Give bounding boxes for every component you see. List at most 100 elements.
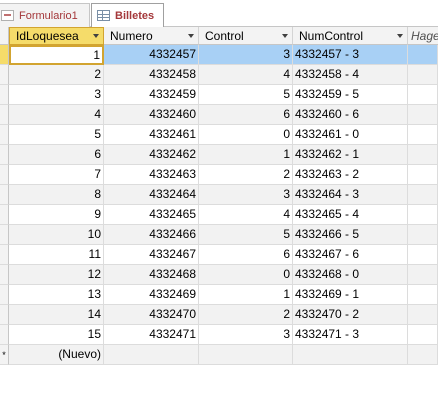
new-record-row[interactable]: * (Nuevo) bbox=[0, 345, 438, 365]
cell-numcontrol[interactable] bbox=[293, 345, 408, 365]
cell-numero[interactable]: 4332458 bbox=[104, 65, 199, 85]
cell-hage[interactable] bbox=[408, 125, 438, 145]
row-selector[interactable] bbox=[0, 265, 9, 285]
cell-numcontrol[interactable]: 4332461 - 0 bbox=[293, 125, 408, 145]
cell-numero[interactable]: 4332467 bbox=[104, 245, 199, 265]
cell-control[interactable]: 0 bbox=[199, 125, 293, 145]
table-row[interactable]: 4 4332460 6 4332460 - 6 bbox=[0, 105, 438, 125]
tab-formulario1[interactable]: Formulario1 bbox=[0, 3, 90, 27]
new-record-label[interactable]: (Nuevo) bbox=[9, 345, 104, 365]
cell-numcontrol[interactable]: 4332462 - 1 bbox=[293, 145, 408, 165]
cell-hage[interactable] bbox=[408, 225, 438, 245]
cell-hage[interactable] bbox=[408, 65, 438, 85]
cell-hage[interactable] bbox=[408, 285, 438, 305]
cell-numero[interactable]: 4332470 bbox=[104, 305, 199, 325]
cell-numcontrol[interactable]: 4332460 - 6 bbox=[293, 105, 408, 125]
table-row[interactable]: 1 4332457 3 4332457 - 3 bbox=[0, 45, 438, 65]
row-selector[interactable] bbox=[0, 245, 9, 265]
cell-numcontrol[interactable]: 4332459 - 5 bbox=[293, 85, 408, 105]
cell-control[interactable]: 2 bbox=[199, 305, 293, 325]
row-selector[interactable] bbox=[0, 185, 9, 205]
cell-numero[interactable]: 4332457 bbox=[104, 45, 199, 65]
cell-numero[interactable]: 4332460 bbox=[104, 105, 199, 125]
cell-idloquesea[interactable]: 2 bbox=[9, 65, 104, 85]
cell-idloquesea[interactable]: 9 bbox=[9, 205, 104, 225]
chevron-down-icon[interactable] bbox=[282, 33, 288, 38]
row-selector[interactable] bbox=[0, 285, 9, 305]
row-selector[interactable] bbox=[0, 125, 9, 145]
cell-control[interactable]: 2 bbox=[199, 165, 293, 185]
cell-idloquesea[interactable]: 5 bbox=[9, 125, 104, 145]
column-header-hage[interactable]: Hage bbox=[408, 27, 438, 45]
table-row[interactable]: 6 4332462 1 4332462 - 1 bbox=[0, 145, 438, 165]
table-row[interactable]: 12 4332468 0 4332468 - 0 bbox=[0, 265, 438, 285]
table-row[interactable]: 9 4332465 4 4332465 - 4 bbox=[0, 205, 438, 225]
cell-hage[interactable] bbox=[408, 45, 438, 65]
cell-numero[interactable]: 4332462 bbox=[104, 145, 199, 165]
cell-numcontrol[interactable]: 4332466 - 5 bbox=[293, 225, 408, 245]
cell-control[interactable]: 3 bbox=[199, 185, 293, 205]
cell-numero[interactable]: 4332461 bbox=[104, 125, 199, 145]
cell-numcontrol[interactable]: 4332468 - 0 bbox=[293, 265, 408, 285]
row-selector[interactable] bbox=[0, 305, 9, 325]
row-selector[interactable] bbox=[0, 165, 9, 185]
table-row[interactable]: 2 4332458 4 4332458 - 4 bbox=[0, 65, 438, 85]
cell-control[interactable]: 1 bbox=[199, 145, 293, 165]
cell-control[interactable]: 0 bbox=[199, 265, 293, 285]
cell-hage[interactable] bbox=[408, 245, 438, 265]
column-header-numero[interactable]: Numero bbox=[104, 27, 199, 45]
cell-hage[interactable] bbox=[408, 345, 438, 365]
cell-idloquesea[interactable]: 7 bbox=[9, 165, 104, 185]
cell-numcontrol[interactable]: 4332463 - 2 bbox=[293, 165, 408, 185]
table-row[interactable]: 13 4332469 1 4332469 - 1 bbox=[0, 285, 438, 305]
row-selector[interactable] bbox=[0, 105, 9, 125]
cell-numcontrol[interactable]: 4332471 - 3 bbox=[293, 325, 408, 345]
column-header-control[interactable]: Control bbox=[199, 27, 293, 45]
cell-idloquesea[interactable]: 15 bbox=[9, 325, 104, 345]
cell-numero[interactable]: 4332466 bbox=[104, 225, 199, 245]
table-row[interactable]: 11 4332467 6 4332467 - 6 bbox=[0, 245, 438, 265]
cell-idloquesea[interactable]: 8 bbox=[9, 185, 104, 205]
chevron-down-icon[interactable] bbox=[188, 33, 194, 38]
column-header-numcontrol[interactable]: NumControl bbox=[293, 27, 408, 45]
cell-numcontrol[interactable]: 4332469 - 1 bbox=[293, 285, 408, 305]
cell-idloquesea[interactable]: 1 bbox=[9, 45, 104, 65]
cell-control[interactable]: 6 bbox=[199, 105, 293, 125]
cell-numero[interactable]: 4332464 bbox=[104, 185, 199, 205]
cell-numero[interactable]: 4332459 bbox=[104, 85, 199, 105]
cell-idloquesea[interactable]: 3 bbox=[9, 85, 104, 105]
cell-idloquesea[interactable]: 10 bbox=[9, 225, 104, 245]
cell-control[interactable]: 6 bbox=[199, 245, 293, 265]
row-selector[interactable] bbox=[0, 65, 9, 85]
table-row[interactable]: 8 4332464 3 4332464 - 3 bbox=[0, 185, 438, 205]
cell-hage[interactable] bbox=[408, 205, 438, 225]
cell-numcontrol[interactable]: 4332465 - 4 bbox=[293, 205, 408, 225]
cell-control[interactable]: 5 bbox=[199, 225, 293, 245]
cell-numero[interactable]: 4332465 bbox=[104, 205, 199, 225]
table-row[interactable]: 15 4332471 3 4332471 - 3 bbox=[0, 325, 438, 345]
cell-idloquesea[interactable]: 4 bbox=[9, 105, 104, 125]
cell-numero[interactable]: 4332471 bbox=[104, 325, 199, 345]
cell-numero[interactable]: 4332469 bbox=[104, 285, 199, 305]
cell-idloquesea[interactable]: 6 bbox=[9, 145, 104, 165]
cell-control[interactable] bbox=[199, 345, 293, 365]
cell-control[interactable]: 3 bbox=[199, 325, 293, 345]
cell-idloquesea[interactable]: 12 bbox=[9, 265, 104, 285]
row-selector[interactable] bbox=[0, 325, 9, 345]
cell-numero[interactable]: 4332463 bbox=[104, 165, 199, 185]
cell-hage[interactable] bbox=[408, 265, 438, 285]
table-row[interactable]: 14 4332470 2 4332470 - 2 bbox=[0, 305, 438, 325]
select-all-corner[interactable] bbox=[0, 27, 9, 45]
cell-control[interactable]: 5 bbox=[199, 85, 293, 105]
cell-hage[interactable] bbox=[408, 185, 438, 205]
cell-hage[interactable] bbox=[408, 305, 438, 325]
cell-control[interactable]: 3 bbox=[199, 45, 293, 65]
cell-numero[interactable] bbox=[104, 345, 199, 365]
table-row[interactable]: 3 4332459 5 4332459 - 5 bbox=[0, 85, 438, 105]
row-selector[interactable] bbox=[0, 85, 9, 105]
chevron-down-icon[interactable] bbox=[397, 33, 403, 38]
row-selector[interactable] bbox=[0, 225, 9, 245]
cell-control[interactable]: 1 bbox=[199, 285, 293, 305]
row-selector[interactable] bbox=[0, 205, 9, 225]
chevron-down-icon[interactable] bbox=[93, 34, 99, 38]
